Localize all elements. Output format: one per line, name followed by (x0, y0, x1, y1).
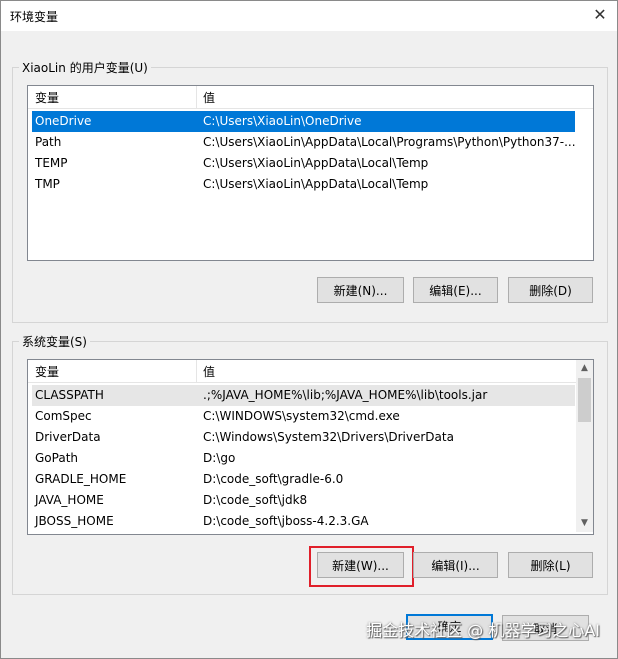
system-edit-button[interactable]: 编辑(I)... (413, 552, 498, 578)
scrollbar-thumb[interactable] (578, 378, 591, 422)
system-new-button[interactable]: 新建(W)... (317, 552, 404, 578)
user-variables-list[interactable]: 变量 值 OneDrive C:\Users\XiaoLin\OneDrive … (27, 85, 594, 261)
user-delete-button[interactable]: 删除(D) (508, 277, 593, 303)
column-header-variable[interactable]: 变量 (35, 363, 59, 380)
user-variables-label: XiaoLin 的用户变量(U) (19, 59, 151, 76)
user-variable-row[interactable]: Path C:\Users\XiaoLin\AppData\Local\Prog… (32, 132, 576, 153)
user-variable-row[interactable]: OneDrive C:\Users\XiaoLin\OneDrive (32, 111, 575, 132)
user-variable-row[interactable]: TMP C:\Users\XiaoLin\AppData\Local\Temp (32, 174, 575, 195)
environment-variables-dialog: 环境变量 ✕ XiaoLin 的用户变量(U) 变量 值 OneDrive C:… (0, 0, 618, 659)
system-variable-row[interactable]: ComSpec C:\WINDOWS\system32\cmd.exe (32, 406, 575, 427)
system-variable-row[interactable]: DriverData C:\Windows\System32\Drivers\D… (32, 427, 575, 448)
watermark: 掘金技术社区 @ 机器学习之心AI (366, 621, 600, 640)
scroll-up-icon[interactable]: ▲ (576, 360, 593, 377)
title-bar: 环境变量 ✕ (1, 1, 617, 31)
system-variable-row[interactable]: CLASSPATH .;%JAVA_HOME%\lib;%JAVA_HOME%\… (32, 385, 575, 406)
user-new-button[interactable]: 新建(N)... (317, 277, 404, 303)
list-header: 变量 值 (28, 360, 576, 383)
vertical-scrollbar[interactable]: ▲ ▼ (576, 360, 593, 532)
system-variables-label: 系统变量(S) (19, 333, 90, 350)
system-variable-row[interactable]: JAVA_HOME D:\code_soft\jdk8 (32, 490, 575, 511)
system-variable-row[interactable]: GRADLE_HOME D:\code_soft\gradle-6.0 (32, 469, 575, 490)
column-header-value[interactable]: 值 (203, 89, 215, 106)
system-variable-row[interactable]: GoPath D:\go (32, 448, 575, 469)
close-icon[interactable]: ✕ (591, 6, 609, 24)
list-header: 变量 值 (28, 86, 593, 109)
column-header-value[interactable]: 值 (203, 363, 215, 380)
user-edit-button[interactable]: 编辑(E)... (413, 277, 498, 303)
user-variable-row[interactable]: TEMP C:\Users\XiaoLin\AppData\Local\Temp (32, 153, 575, 174)
column-header-variable[interactable]: 变量 (35, 89, 59, 106)
system-delete-button[interactable]: 删除(L) (508, 552, 593, 578)
scroll-down-icon[interactable]: ▼ (576, 515, 593, 532)
system-variable-row[interactable]: JBOSS_HOME D:\code_soft\jboss-4.2.3.GA (32, 511, 575, 532)
system-variables-list[interactable]: 变量 值 CLASSPATH .;%JAVA_HOME%\lib;%JAVA_H… (27, 359, 594, 535)
window-title: 环境变量 (10, 10, 59, 24)
